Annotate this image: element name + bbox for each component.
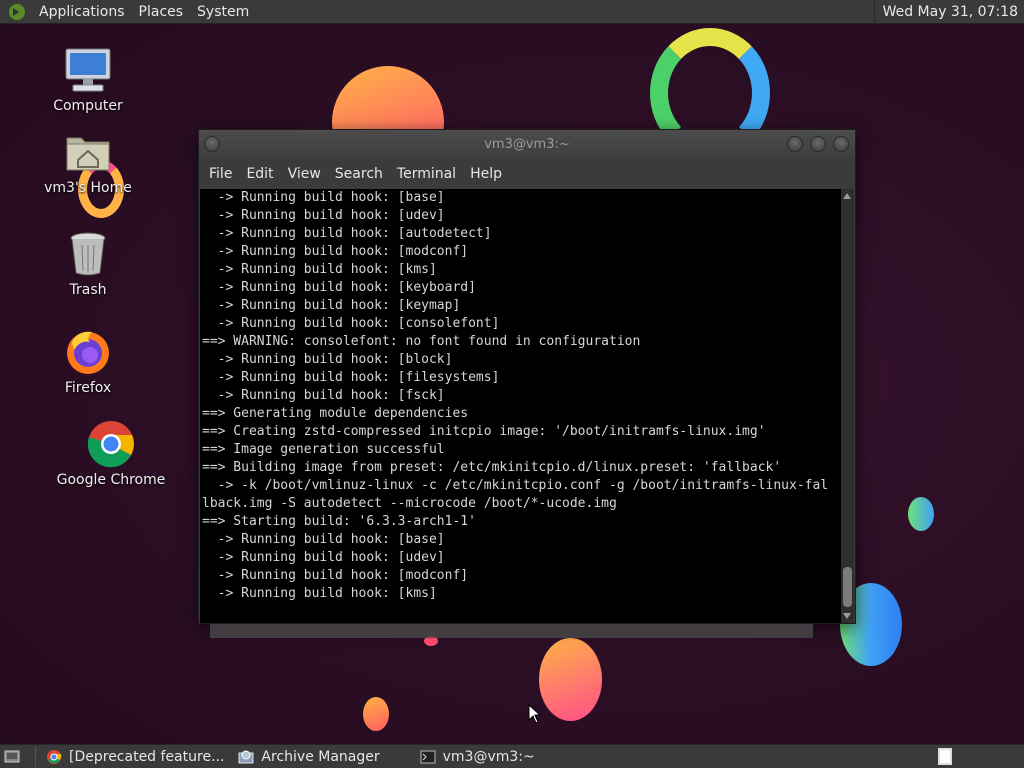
- desktop-icon-computer[interactable]: Computer: [28, 44, 148, 114]
- terminal-icon: [420, 749, 436, 765]
- terminal-line: ==> WARNING: consolefont: no font found …: [202, 334, 641, 349]
- terminal-line: lback.img -S autodetect --microcode /boo…: [202, 496, 617, 511]
- terminal-line: -> Running build hook: [keymap]: [202, 298, 461, 313]
- desktop-icon-label: Firefox: [64, 380, 112, 396]
- terminal-line: -> Running build hook: [modconf]: [202, 568, 469, 583]
- mouse-cursor-icon: [528, 703, 542, 728]
- show-desktop-button[interactable]: [0, 745, 31, 768]
- window-behind-edge: [210, 624, 813, 638]
- terminal-line: -> Running build hook: [consolefont]: [202, 316, 500, 331]
- terminal-line: -> Running build hook: [udev]: [202, 550, 445, 565]
- menu-places[interactable]: Places: [132, 0, 191, 24]
- desktop-icon-label: Trash: [69, 282, 107, 298]
- taskbar-item-archive-manager[interactable]: Archive Manager: [232, 745, 385, 768]
- top-panel: Applications Places System Wed May 31, 0…: [0, 0, 1024, 24]
- maximize-button[interactable]: [810, 136, 826, 152]
- wallpaper-pink-blob: [539, 638, 602, 721]
- desktop-icon-chrome[interactable]: Google Chrome: [51, 418, 171, 488]
- menu-terminal[interactable]: Terminal: [390, 160, 463, 188]
- terminal-line: -> Running build hook: [filesystems]: [202, 370, 500, 385]
- terminal-line: -> Running build hook: [kms]: [202, 262, 437, 277]
- window-titlebar[interactable]: vm3@vm3:~: [199, 130, 855, 160]
- desktop-icon-trash[interactable]: Trash: [28, 228, 148, 298]
- archive-manager-icon: [238, 749, 254, 765]
- window-title: vm3@vm3:~: [484, 137, 570, 152]
- workspace-switcher[interactable]: [938, 748, 952, 765]
- computer-icon: [62, 44, 114, 96]
- terminal-line: -> Running build hook: [keyboard]: [202, 280, 476, 295]
- wallpaper-blue-dot: [908, 497, 934, 531]
- terminal-line: ==> Generating module dependencies: [202, 406, 469, 421]
- taskbar-item-label: Archive Manager: [261, 748, 380, 765]
- bottom-taskbar: [Deprecated feature... Archive Manager v…: [0, 744, 1024, 768]
- show-desktop-icon: [4, 749, 20, 765]
- taskbar-item-terminal[interactable]: vm3@vm3:~: [414, 745, 541, 768]
- terminal-line: -> Running build hook: [base]: [202, 190, 445, 205]
- menu-help[interactable]: Help: [463, 160, 509, 188]
- terminal-line: -> Running build hook: [fsck]: [202, 388, 445, 403]
- taskbar-item-label: vm3@vm3:~: [442, 748, 535, 765]
- terminal-line: -> Running build hook: [modconf]: [202, 244, 469, 259]
- window-menu-button[interactable]: [204, 136, 220, 152]
- menu-applications[interactable]: Applications: [32, 0, 132, 24]
- wallpaper-small-orange-dot: [363, 697, 389, 731]
- desktop-icon-firefox[interactable]: Firefox: [28, 326, 148, 396]
- chrome-icon: [85, 418, 137, 470]
- panel-clock[interactable]: Wed May 31, 07:18: [873, 0, 1018, 24]
- menu-edit[interactable]: Edit: [239, 160, 280, 188]
- close-button[interactable]: [833, 136, 849, 152]
- menu-view[interactable]: View: [281, 160, 328, 188]
- terminal-menubar: File Edit View Search Terminal Help: [199, 160, 855, 188]
- desktop-icon-label: vm3's Home: [44, 180, 132, 196]
- desktop-icon-label: Computer: [53, 98, 123, 114]
- mate-logo-icon[interactable]: [6, 1, 28, 23]
- chrome-icon: [46, 749, 62, 765]
- desktop-icon-home[interactable]: vm3's Home: [28, 126, 148, 196]
- home-folder-icon: [62, 126, 114, 178]
- firefox-icon: [62, 326, 114, 378]
- terminal-scrollbar[interactable]: [841, 189, 854, 623]
- taskbar-item-chrome[interactable]: [Deprecated feature...: [40, 745, 230, 768]
- terminal-text: -> Running build hook: [base] -> Running…: [202, 189, 828, 603]
- minimize-button[interactable]: [787, 136, 803, 152]
- terminal-line: -> Running build hook: [block]: [202, 352, 453, 367]
- terminal-line: -> Running build hook: [autodetect]: [202, 226, 492, 241]
- menu-system[interactable]: System: [190, 0, 256, 24]
- scroll-down-arrow-icon[interactable]: [843, 613, 851, 619]
- scroll-up-arrow-icon[interactable]: [843, 193, 851, 199]
- terminal-line: -> Running build hook: [kms]: [202, 586, 437, 601]
- taskbar-item-label: [Deprecated feature...: [69, 748, 225, 765]
- terminal-line: -> Running build hook: [base]: [202, 532, 445, 547]
- terminal-line: -> Running build hook: [udev]: [202, 208, 445, 223]
- terminal-line: ==> Creating zstd-compressed initcpio im…: [202, 424, 766, 439]
- terminal-output[interactable]: -> Running build hook: [base] -> Running…: [200, 189, 841, 623]
- terminal-line: -> -k /boot/vmlinuz-linux -c /etc/mkinit…: [202, 478, 829, 493]
- menu-file[interactable]: File: [202, 160, 239, 188]
- menu-search[interactable]: Search: [328, 160, 390, 188]
- trash-icon: [62, 228, 114, 280]
- scrollbar-thumb[interactable]: [843, 567, 852, 607]
- desktop-icon-label: Google Chrome: [56, 472, 166, 488]
- terminal-line: ==> Image generation successful: [202, 442, 445, 457]
- terminal-window[interactable]: vm3@vm3:~ File Edit View Search Terminal…: [198, 129, 856, 624]
- taskbar-separator: [35, 746, 36, 767]
- terminal-line: ==> Building image from preset: /etc/mki…: [202, 460, 782, 475]
- terminal-line: ==> Starting build: '6.3.3-arch1-1': [202, 514, 476, 529]
